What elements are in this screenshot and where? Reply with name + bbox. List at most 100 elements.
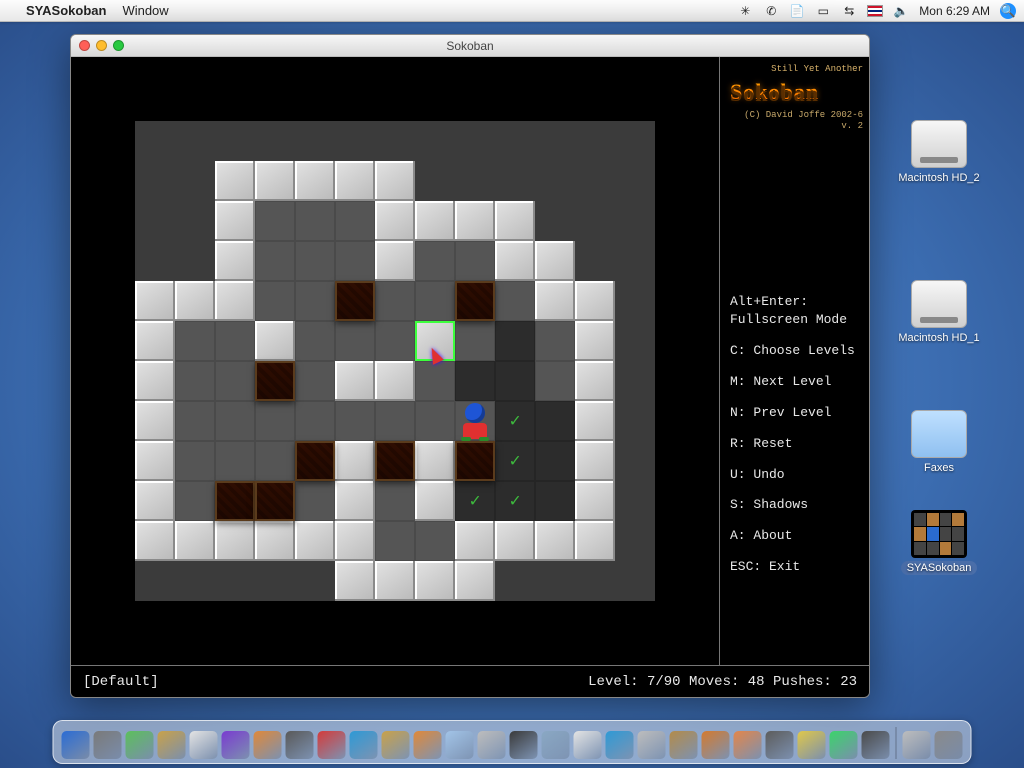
- dock-app-12[interactable]: [446, 731, 474, 759]
- tray-icon-script[interactable]: 📄: [789, 3, 805, 19]
- floor-tile: [415, 241, 455, 281]
- status-right: Level: 7/90 Moves: 48 Pushes: 23: [588, 674, 857, 690]
- menubar-clock[interactable]: Mon 6:29 AM: [919, 4, 990, 18]
- tray-icon-phone[interactable]: ✆: [763, 3, 779, 19]
- dock-app-20[interactable]: [702, 731, 730, 759]
- close-button[interactable]: [79, 40, 90, 51]
- dock-right-0[interactable]: [903, 731, 931, 759]
- zoom-button[interactable]: [113, 40, 124, 51]
- floor-tile: [215, 321, 255, 361]
- help-line: R: Reset: [730, 435, 863, 454]
- dock-app-14[interactable]: [510, 731, 538, 759]
- dock-app-7[interactable]: [286, 731, 314, 759]
- dock-app-2[interactable]: [126, 731, 154, 759]
- desktop-icon-label: SYASokoban: [901, 561, 978, 575]
- dock-app-8[interactable]: [318, 731, 346, 759]
- dark-floor-tile: [495, 321, 535, 361]
- wall-tile: [375, 561, 415, 601]
- crate: [295, 441, 335, 481]
- wall-tile: [455, 521, 495, 561]
- dock-app-24[interactable]: [830, 731, 858, 759]
- crate: [455, 281, 495, 321]
- tray-icon-sync[interactable]: ⇆: [841, 3, 857, 19]
- wall-tile: [175, 281, 215, 321]
- floor-tile: [455, 241, 495, 281]
- help-line: Alt+Enter: Fullscreen Mode: [730, 293, 863, 331]
- hard-drive-icon: [911, 120, 967, 168]
- desktop-icon-hd1[interactable]: Macintosh HD_1: [894, 280, 984, 344]
- dock-app-4[interactable]: [190, 731, 218, 759]
- tray-icon-1[interactable]: ✳︎: [737, 3, 753, 19]
- game-logo: Sokoban: [730, 76, 863, 108]
- window-title: Sokoban: [71, 39, 869, 53]
- dock-app-22[interactable]: [766, 731, 794, 759]
- crate: [215, 481, 255, 521]
- dock[interactable]: [53, 720, 972, 764]
- wall-tile: [335, 441, 375, 481]
- dock-app-11[interactable]: [414, 731, 442, 759]
- tray-icon-display[interactable]: ▭: [815, 3, 831, 19]
- desktop-icon-label: Macintosh HD_2: [898, 172, 979, 184]
- help-line: U: Undo: [730, 466, 863, 485]
- floor-tile: [175, 481, 215, 521]
- wall-tile: [135, 281, 175, 321]
- dock-app-25[interactable]: [862, 731, 890, 759]
- menubar-app-name[interactable]: SYASokoban: [26, 3, 106, 18]
- wall-tile: [215, 521, 255, 561]
- app-icon: [911, 510, 967, 558]
- volume-icon[interactable]: 🔈: [893, 3, 909, 19]
- wall-tile: [215, 201, 255, 241]
- dock-app-10[interactable]: [382, 731, 410, 759]
- spotlight-icon[interactable]: 🔍: [1000, 3, 1016, 19]
- wall-tile: [575, 401, 615, 441]
- dock-app-17[interactable]: [606, 731, 634, 759]
- floor-tile: [415, 281, 455, 321]
- floor-tile: [215, 361, 255, 401]
- dock-app-1[interactable]: [94, 731, 122, 759]
- wall-tile: [335, 161, 375, 201]
- flag-icon[interactable]: [867, 3, 883, 19]
- dock-right-1[interactable]: [935, 731, 963, 759]
- desktop-icon-faxes[interactable]: Faxes: [894, 410, 984, 474]
- floor-tile: [335, 321, 375, 361]
- help-line: ESC: Exit: [730, 558, 863, 577]
- game-viewport[interactable]: Still Yet Another Sokoban (C) David Joff…: [71, 57, 869, 697]
- desktop-icon-syasokoban[interactable]: SYASokoban: [894, 510, 984, 574]
- floor-tile: [295, 321, 335, 361]
- help-line: S: Shadows: [730, 496, 863, 515]
- minimize-button[interactable]: [96, 40, 107, 51]
- menubar-menu-window[interactable]: Window: [122, 3, 168, 18]
- dock-app-13[interactable]: [478, 731, 506, 759]
- dock-app-23[interactable]: [798, 731, 826, 759]
- wall-tile: [335, 561, 375, 601]
- dock-app-15[interactable]: [542, 731, 570, 759]
- wall-tile: [415, 481, 455, 521]
- game-sidebar: Still Yet Another Sokoban (C) David Joff…: [719, 57, 869, 665]
- floor-tile: [215, 441, 255, 481]
- dock-app-21[interactable]: [734, 731, 762, 759]
- dock-app-3[interactable]: [158, 731, 186, 759]
- dock-app-6[interactable]: [254, 731, 282, 759]
- hard-drive-icon: [911, 280, 967, 328]
- level-stage[interactable]: [135, 121, 655, 601]
- dock-app-5[interactable]: [222, 731, 250, 759]
- wall-tile: [375, 201, 415, 241]
- desktop-icon-hd2[interactable]: Macintosh HD_2: [894, 120, 984, 184]
- wall-tile: [455, 561, 495, 601]
- dock-app-0[interactable]: [62, 731, 90, 759]
- dark-floor-tile: [495, 361, 535, 401]
- player[interactable]: [455, 401, 495, 441]
- folder-icon: [911, 410, 967, 458]
- dock-app-16[interactable]: [574, 731, 602, 759]
- wall-tile: [215, 281, 255, 321]
- floor-tile: [175, 401, 215, 441]
- floor-tile: [175, 321, 215, 361]
- floor-tile: [255, 441, 295, 481]
- dock-app-19[interactable]: [670, 731, 698, 759]
- dock-app-9[interactable]: [350, 731, 378, 759]
- wall-tile: [255, 321, 295, 361]
- floor-tile: [295, 281, 335, 321]
- window-titlebar[interactable]: Sokoban: [71, 35, 869, 57]
- floor-tile: [375, 281, 415, 321]
- dock-app-18[interactable]: [638, 731, 666, 759]
